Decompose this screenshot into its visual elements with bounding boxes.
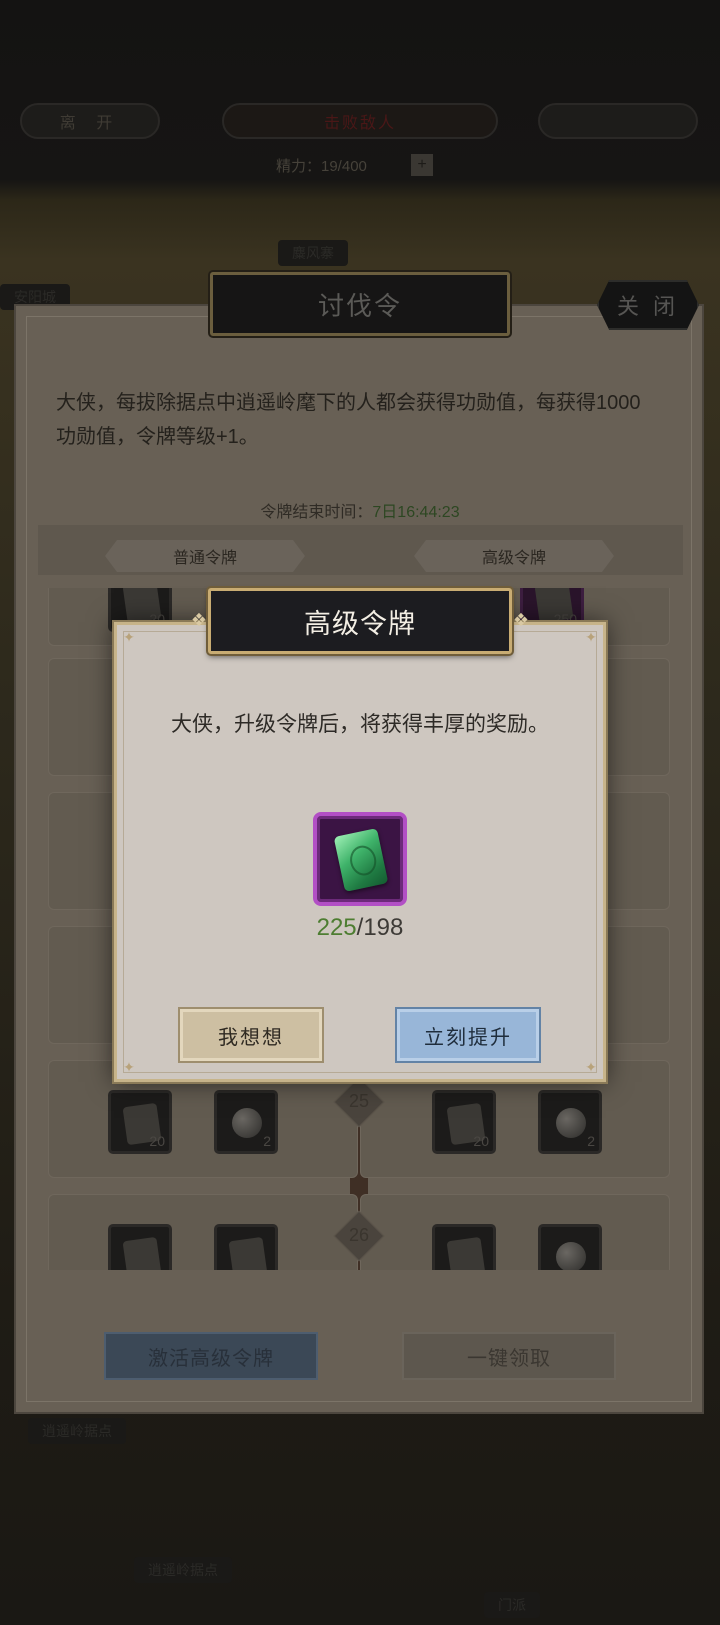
title-wing-ornament-icon: ❖ (512, 610, 530, 630)
corner-ornament-icon: ✦ (585, 1059, 597, 1075)
token-count: 225/198 (114, 914, 606, 942)
corner-ornament-icon: ✦ (123, 629, 135, 645)
title-wing-ornament-icon: ❖ (190, 610, 208, 630)
corner-ornament-icon: ✦ (585, 629, 597, 645)
token-card-icon (333, 828, 389, 892)
token-owned: 225 (316, 914, 357, 941)
dialog-title: 高级令牌 (304, 608, 416, 639)
dialog-title-box: 高级令牌 (208, 588, 512, 654)
jade-token-icon[interactable] (313, 812, 407, 906)
upgrade-label: 立刻提升 (424, 1026, 512, 1049)
corner-ornament-icon: ✦ (123, 1059, 135, 1075)
think-it-over-button[interactable]: 我想想 (178, 1007, 324, 1063)
token-required: /198 (356, 914, 404, 941)
upgrade-now-button[interactable]: 立刻提升 (395, 1007, 541, 1063)
dialog-message: 大侠，升级令牌后，将获得丰厚的奖励。 (171, 713, 549, 736)
think-label: 我想想 (218, 1026, 284, 1049)
